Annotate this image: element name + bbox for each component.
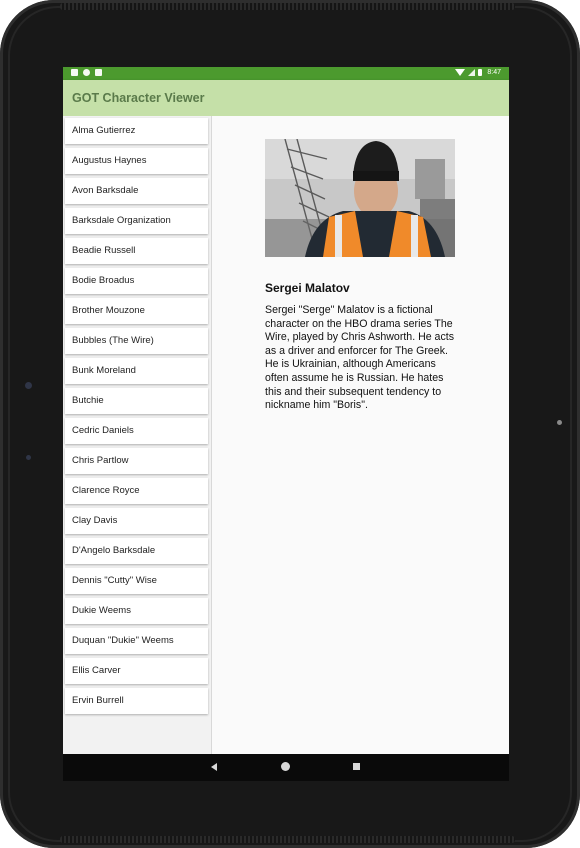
list-item[interactable]: Barksdale Organization bbox=[65, 208, 208, 234]
camera-dot bbox=[557, 420, 562, 425]
character-name: Sergei Malatov bbox=[265, 281, 350, 295]
side-button bbox=[25, 382, 32, 389]
list-item[interactable]: Ellis Carver bbox=[65, 658, 208, 684]
list-item[interactable]: Dennis "Cutty" Wise bbox=[65, 568, 208, 594]
status-bar: 8:47 bbox=[63, 67, 509, 80]
list-item[interactable]: Cedric Daniels bbox=[65, 418, 208, 444]
list-item[interactable]: Clarence Royce bbox=[65, 478, 208, 504]
signal-icon bbox=[468, 69, 476, 76]
list-item[interactable]: Bubbles (The Wire) bbox=[65, 328, 208, 354]
list-item[interactable]: Ervin Burrell bbox=[65, 688, 208, 714]
list-item[interactable]: Augustus Haynes bbox=[65, 148, 208, 174]
back-icon[interactable] bbox=[211, 763, 217, 771]
list-item[interactable]: Butchie bbox=[65, 388, 208, 414]
device-screen: 8:47 GOT Character Viewer Alma Gutierrez… bbox=[63, 67, 509, 781]
list-item[interactable]: Clay Davis bbox=[65, 508, 208, 534]
list-item[interactable]: Bunk Moreland bbox=[65, 358, 208, 384]
recents-icon[interactable] bbox=[353, 763, 360, 770]
notification-icon bbox=[71, 69, 78, 76]
home-icon[interactable] bbox=[281, 762, 290, 771]
battery-icon bbox=[478, 69, 483, 76]
wifi-icon bbox=[455, 69, 466, 76]
character-list[interactable]: Alma Gutierrez Augustus Haynes Avon Barksd… bbox=[63, 116, 212, 754]
list-item[interactable]: Beadie Russell bbox=[65, 238, 208, 264]
list-item[interactable]: D'Angelo Barksdale bbox=[65, 538, 208, 564]
list-item[interactable]: Bodie Broadus bbox=[65, 268, 208, 294]
status-time: 8:47 bbox=[487, 69, 501, 76]
app-title: GOT Character Viewer bbox=[72, 91, 205, 105]
list-item[interactable]: Duquan "Dukie" Weems bbox=[65, 628, 208, 654]
character-description: Sergei "Serge" Malatov is a fictional ch… bbox=[265, 304, 454, 412]
side-button bbox=[26, 455, 31, 460]
navigation-bar bbox=[63, 754, 509, 781]
character-detail: Sergei Malatov Sergei "Serge" Malatov is… bbox=[212, 116, 509, 754]
list-item[interactable]: Brother Mouzone bbox=[65, 298, 208, 324]
photo-illustration bbox=[265, 139, 455, 257]
list-item[interactable]: Dukie Weems bbox=[65, 598, 208, 624]
app-bar: GOT Character Viewer bbox=[63, 80, 509, 116]
list-item[interactable]: Avon Barksdale bbox=[65, 178, 208, 204]
speaker-grille-top bbox=[60, 3, 515, 10]
notification-icon bbox=[83, 69, 90, 76]
speaker-grille-bottom bbox=[60, 836, 515, 843]
sd-card-icon bbox=[95, 69, 102, 76]
character-photo bbox=[265, 139, 455, 257]
list-item[interactable]: Chris Partlow bbox=[65, 448, 208, 474]
list-item[interactable]: Alma Gutierrez bbox=[65, 118, 208, 144]
